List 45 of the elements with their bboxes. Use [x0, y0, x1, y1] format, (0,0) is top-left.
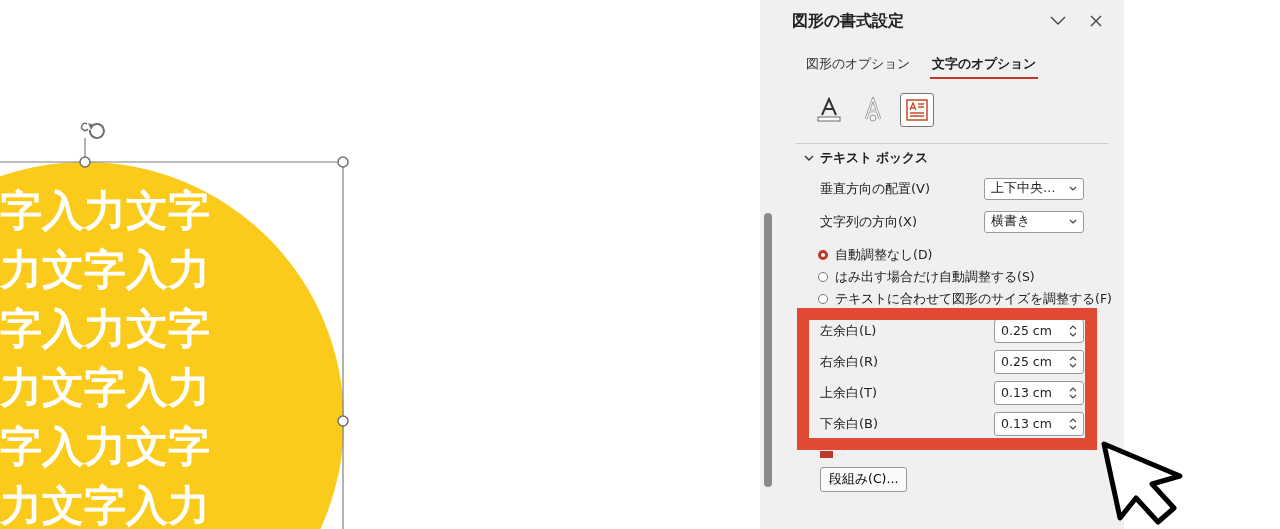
- checkbox[interactable]: [820, 451, 833, 458]
- radio-label: はみ出す場合だけ自動調整する(S): [835, 268, 1035, 286]
- chevron-down-icon: [804, 154, 814, 162]
- dropdown[interactable]: 上下中央…: [984, 177, 1084, 200]
- shape-text: 字入力文字: [0, 190, 210, 232]
- spinner-field[interactable]: 0.13 cm: [994, 380, 1084, 405]
- shape-text: 字入力文字: [0, 426, 210, 468]
- radio-label: テキストに合わせて図形のサイズを調整する(F): [835, 290, 1112, 308]
- spinner-field[interactable]: 0.25 cm: [994, 349, 1084, 374]
- resize-handle[interactable]: [337, 156, 349, 168]
- resize-handle[interactable]: [79, 156, 91, 168]
- rotate-handle-icon[interactable]: [80, 122, 105, 139]
- caret-icon: [1069, 219, 1077, 224]
- spin-arrows-icon: [1069, 323, 1077, 338]
- field-label: 垂直方向の配置(V): [820, 179, 931, 198]
- tab[interactable]: 文字のオプション: [930, 51, 1038, 79]
- field-label: 右余白(R): [820, 352, 879, 371]
- close-icon[interactable]: [1090, 15, 1102, 27]
- radio-option[interactable]: 自動調整なし(D): [818, 244, 1108, 266]
- pane-title: 図形の書式設定: [792, 10, 905, 32]
- spin-arrows-icon: [1069, 416, 1077, 431]
- section-header[interactable]: テキスト ボックス: [792, 144, 929, 172]
- field-label: 文字列の方向(X): [820, 212, 918, 231]
- spinner-field[interactable]: 0.13 cm: [994, 411, 1084, 436]
- caret-icon: [1069, 186, 1077, 191]
- text-box-icon[interactable]: [900, 93, 934, 127]
- columns-button[interactable]: 段組み(C)...: [820, 467, 908, 492]
- radio-button[interactable]: [818, 272, 828, 282]
- spin-arrows-icon: [1069, 354, 1077, 369]
- chevron-down-icon[interactable]: [1050, 16, 1066, 26]
- dropdown[interactable]: 横書き: [984, 210, 1084, 233]
- spin-arrows-icon: [1069, 385, 1077, 400]
- spinner-field[interactable]: 0.25 cm: [994, 318, 1084, 343]
- tab[interactable]: 図形のオプション: [804, 51, 912, 79]
- field-label: 左余白(L): [820, 321, 877, 340]
- field-label: 上余白(T): [820, 383, 878, 402]
- shape-text: 字入力文字: [0, 308, 210, 350]
- resize-handle[interactable]: [337, 415, 349, 427]
- radio-button[interactable]: [818, 294, 828, 304]
- radio-button[interactable]: [818, 250, 828, 260]
- field-label: 下余白(B): [820, 414, 879, 433]
- radio-label: 自動調整なし(D): [835, 246, 933, 264]
- radio-option[interactable]: はみ出す場合だけ自動調整する(S): [818, 266, 1108, 288]
- scrollbar-thumb[interactable]: [764, 213, 772, 487]
- rotation-stem: [84, 137, 86, 158]
